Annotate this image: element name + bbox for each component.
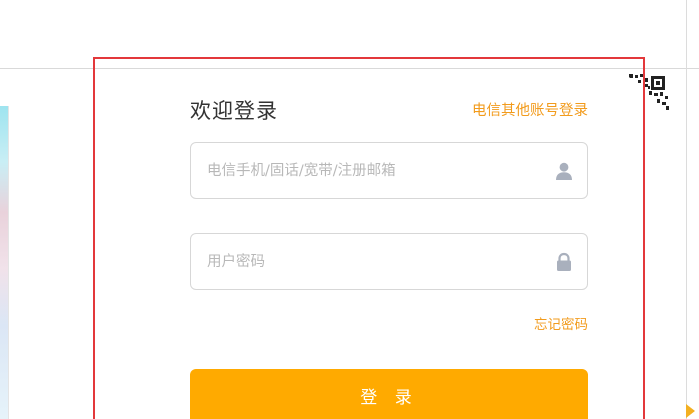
- page-right-border: [686, 0, 687, 419]
- page-header-area: [0, 0, 699, 68]
- password-field[interactable]: [190, 233, 588, 290]
- banner-image-edge: [0, 106, 8, 419]
- account-field[interactable]: [190, 142, 588, 199]
- qr-code-icon[interactable]: [624, 72, 669, 117]
- login-title: 欢迎登录: [190, 99, 278, 123]
- page-viewport: 欢迎登录 电信其他账号登录 忘记密码 登 录: [0, 0, 699, 419]
- other-account-login-link[interactable]: 电信其他账号登录: [472, 99, 588, 120]
- user-icon: [554, 161, 574, 181]
- lock-icon: [554, 252, 574, 272]
- banner-border: [8, 106, 9, 419]
- next-arrow-icon[interactable]: [686, 404, 695, 418]
- header-divider: [0, 68, 699, 69]
- login-button[interactable]: 登 录: [190, 369, 588, 419]
- forgot-password-link[interactable]: 忘记密码: [534, 313, 588, 333]
- account-input[interactable]: [207, 143, 537, 198]
- password-input[interactable]: [207, 234, 537, 289]
